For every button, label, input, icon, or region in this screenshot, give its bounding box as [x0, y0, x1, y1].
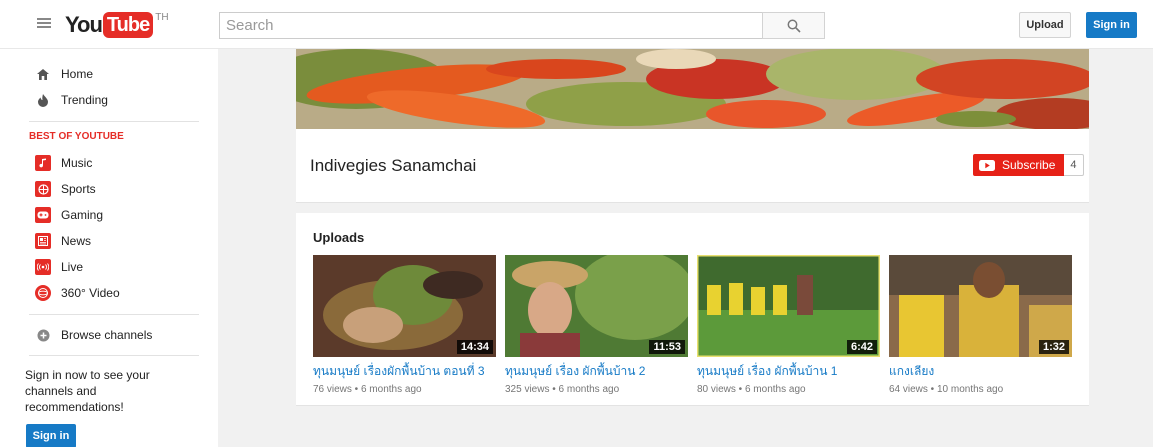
- sidebar-item-label: Gaming: [61, 208, 104, 222]
- sidebar-item-label: News: [61, 234, 92, 248]
- video-title[interactable]: ทุนมนุษย์ เรื่อง ผักพื้นบ้าน 1: [697, 362, 880, 381]
- guide-sidebar: Home Trending BEST OF YOUTUBE Music Spor…: [0, 49, 218, 447]
- sidebar-item-label: Sports: [61, 182, 96, 196]
- sidebar-item-music[interactable]: Music: [35, 153, 92, 173]
- music-icon: [35, 155, 51, 171]
- search-button[interactable]: [762, 12, 825, 39]
- subscribe-button[interactable]: Subscribe: [973, 154, 1065, 176]
- channel-banner: [296, 49, 1089, 129]
- video-duration: 11:53: [649, 340, 685, 354]
- gaming-icon: [35, 207, 51, 223]
- video-thumbnail[interactable]: 6:42: [697, 255, 880, 357]
- upload-button[interactable]: Upload: [1019, 12, 1071, 38]
- menu-icon[interactable]: [37, 18, 51, 28]
- sports-icon: [35, 181, 51, 197]
- video-meta: 76 views • 6 months ago: [313, 384, 422, 395]
- sidebar-divider: [29, 314, 199, 315]
- channel-header: Indivegies Sanamchai Subscribe 4: [296, 129, 1089, 203]
- sidebar-item-browse-channels[interactable]: Browse channels: [35, 325, 152, 345]
- sidebar-item-label: Live: [61, 260, 84, 274]
- sign-in-prompt: Sign in now to see your channels and rec…: [25, 368, 150, 414]
- video-thumbnail[interactable]: 11:53: [505, 255, 688, 357]
- sign-in-button[interactable]: Sign in: [1086, 12, 1137, 38]
- masthead: You Tube TH Upload Sign in: [0, 0, 1153, 49]
- video-duration: 6:42: [846, 340, 877, 354]
- sidebar-item-label: Music: [61, 156, 93, 170]
- search-icon: [787, 19, 801, 33]
- vegetable-banner-image: [296, 49, 1089, 129]
- video-meta: 80 views • 6 months ago: [697, 384, 806, 395]
- video-meta: 325 views • 6 months ago: [505, 384, 620, 395]
- flame-icon: [35, 92, 51, 108]
- add-circle-icon: [35, 327, 51, 343]
- sidebar-item-trending[interactable]: Trending: [35, 90, 108, 110]
- subscribe-widget: Subscribe 4: [973, 154, 1084, 176]
- video-thumbnail[interactable]: 14:34: [313, 255, 496, 357]
- home-icon: [35, 66, 51, 82]
- uploads-shelf: Uploads 14:34 ทุนมนุษย์ เรื่องผักพื้นบ้า…: [296, 213, 1089, 406]
- video-card[interactable]: 14:34 ทุนมนุษย์ เรื่องผักพื้นบ้าน ตอนที่…: [313, 255, 496, 395]
- best-of-youtube-heading: BEST OF YOUTUBE: [29, 131, 124, 142]
- youtube-play-icon: [979, 159, 995, 171]
- sidebar-sign-in-button[interactable]: Sign in: [26, 424, 76, 447]
- video-meta: 64 views • 10 months ago: [889, 384, 1004, 395]
- sidebar-item-home[interactable]: Home: [35, 64, 93, 84]
- sidebar-item-sports[interactable]: Sports: [35, 179, 96, 199]
- channel-name[interactable]: Indivegies Sanamchai: [310, 156, 476, 176]
- logo-tube-text: Tube: [102, 12, 154, 38]
- video-duration: 14:34: [456, 340, 493, 354]
- sidebar-divider: [29, 355, 199, 356]
- sidebar-item-gaming[interactable]: Gaming: [35, 205, 103, 225]
- video-title[interactable]: ทุนมนุษย์ เรื่องผักพื้นบ้าน ตอนที่ 3: [313, 362, 496, 381]
- subscriber-count: 4: [1064, 154, 1084, 176]
- logo-country-code: TH: [155, 12, 169, 23]
- video-card[interactable]: 11:53 ทุนมนุษย์ เรื่อง ผักพื้นบ้าน 2 325…: [505, 255, 688, 395]
- news-icon: [35, 233, 51, 249]
- search-input[interactable]: [219, 12, 763, 39]
- video-duration: 1:32: [1038, 340, 1069, 354]
- live-icon: [35, 259, 51, 275]
- uploads-heading[interactable]: Uploads: [313, 230, 364, 245]
- video-card[interactable]: 1:32 แกงเลียง 64 views • 10 months ago: [889, 255, 1072, 395]
- sidebar-item-news[interactable]: News: [35, 231, 91, 251]
- sidebar-item-live[interactable]: Live: [35, 257, 83, 277]
- logo-you-text: You: [65, 12, 103, 37]
- video-thumbnail[interactable]: 1:32: [889, 255, 1072, 357]
- youtube-logo[interactable]: You Tube TH: [65, 12, 169, 38]
- sidebar-item-label: Browse channels: [61, 328, 153, 342]
- video-card[interactable]: 6:42 ทุนมนุษย์ เรื่อง ผักพื้นบ้าน 1 80 v…: [697, 255, 880, 395]
- video-title[interactable]: แกงเลียง: [889, 362, 1072, 381]
- 360-video-icon: [35, 285, 51, 301]
- sidebar-item-360-video[interactable]: 360° Video: [35, 283, 120, 303]
- sidebar-item-label: Trending: [61, 93, 108, 107]
- video-title[interactable]: ทุนมนุษย์ เรื่อง ผักพื้นบ้าน 2: [505, 362, 688, 381]
- sidebar-divider: [29, 121, 199, 122]
- subscribe-label: Subscribe: [1002, 158, 1056, 172]
- sidebar-item-label: 360° Video: [61, 286, 120, 300]
- sidebar-item-label: Home: [61, 67, 94, 81]
